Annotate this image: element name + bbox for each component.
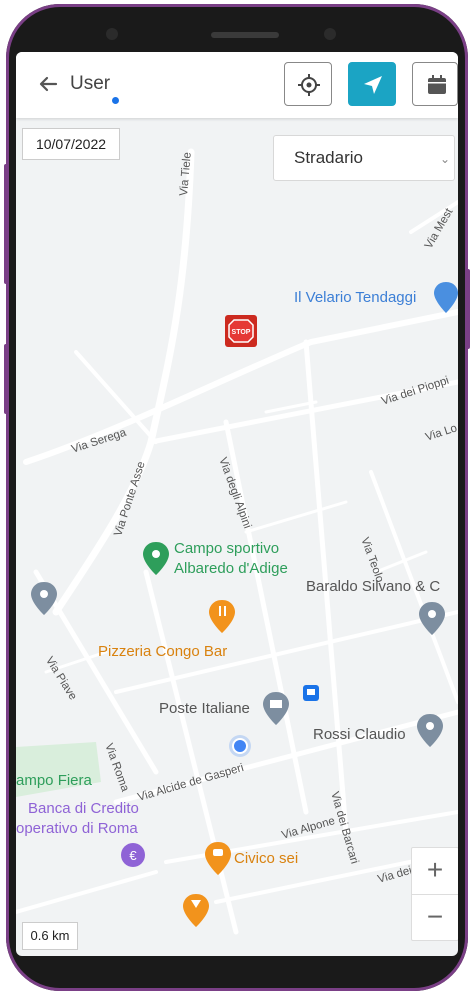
power-button (466, 269, 470, 349)
pin-baraldo-icon[interactable] (419, 602, 445, 635)
svg-text:STOP: STOP (232, 329, 251, 336)
calendar-icon (428, 75, 446, 94)
pin-banca-icon[interactable]: € (121, 843, 145, 867)
arrow-left-icon (39, 76, 58, 92)
locate-button[interactable] (284, 62, 332, 106)
back-button[interactable] (36, 72, 60, 96)
poi-rossi-label[interactable]: Rossi Claudio (313, 726, 406, 743)
navigation-arrow-icon (364, 76, 382, 94)
pin-rossi-icon[interactable] (417, 714, 443, 747)
stop-sign-icon: STOP (225, 315, 257, 347)
crosshair-icon (298, 74, 320, 96)
map-scale: 0.6 km (22, 922, 78, 950)
bixby-button (4, 344, 8, 414)
poi-poste-label[interactable]: Poste Italiane (159, 700, 250, 717)
poi-civico-label[interactable]: Civico sei (234, 850, 298, 867)
pin-velario-icon[interactable] (434, 282, 458, 313)
calendar-button[interactable] (412, 62, 458, 106)
current-location-icon[interactable] (229, 735, 251, 757)
poi-velario-label[interactable]: Il Velario Tendaggi (294, 289, 416, 306)
svg-text:€: € (129, 848, 137, 863)
pin-pizzeria-icon[interactable] (209, 600, 235, 633)
map-layer-value: Stradario (294, 148, 363, 167)
speaker-grille (211, 32, 279, 38)
front-camera (106, 28, 118, 40)
poi-campo-label-1[interactable]: Campo sportivo (174, 540, 279, 557)
pin-bar-icon[interactable] (183, 894, 209, 927)
zoom-out-button[interactable]: − (412, 895, 458, 941)
sensor (324, 28, 336, 40)
navigation-button[interactable] (348, 62, 396, 106)
volume-button (4, 164, 8, 284)
date-field[interactable]: 10/07/2022 (22, 128, 120, 160)
poi-pizzeria-label[interactable]: Pizzeria Congo Bar (98, 643, 227, 660)
bus-stop-icon (303, 685, 319, 701)
page-title: User (70, 73, 111, 94)
pin-civico-icon[interactable] (205, 842, 231, 875)
map-layer-select[interactable]: Stradario ⌄ (273, 135, 455, 181)
poi-fiera-label[interactable]: ampo Fiera (16, 772, 92, 789)
zoom-in-button[interactable]: + (412, 848, 458, 895)
status-dot (112, 97, 119, 104)
poi-banca-label-1[interactable]: Banca di Credito (28, 800, 139, 817)
chevron-down-icon: ⌄ (439, 152, 450, 166)
app-bar: User (16, 52, 458, 118)
poi-banca-label-2[interactable]: operativo di Roma (16, 820, 138, 837)
zoom-controls: + − (411, 847, 458, 941)
app-screen: STOP € Il Velario Tendaggi Campo sportiv… (16, 52, 458, 956)
poi-campo-label-2[interactable]: Albaredo d'Adige (174, 560, 288, 577)
